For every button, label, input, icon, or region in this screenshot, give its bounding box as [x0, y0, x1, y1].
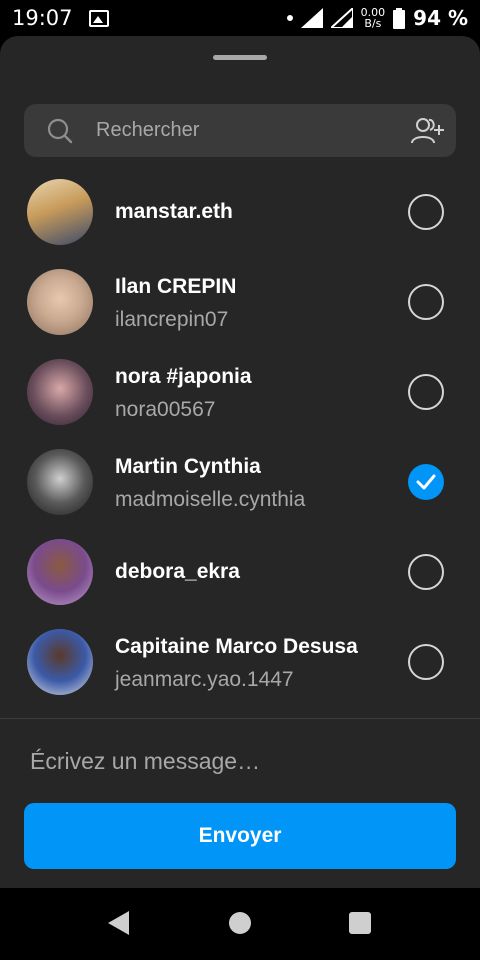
contact-name: nora #japonia	[115, 365, 252, 388]
drag-handle[interactable]	[213, 55, 267, 60]
status-time: 19:07	[12, 6, 73, 30]
select-radio[interactable]	[408, 374, 444, 410]
battery-icon	[393, 7, 406, 29]
contact-row[interactable]: debora_ekra	[0, 527, 480, 617]
avatar	[27, 179, 93, 245]
contact-row[interactable]: Ilan CREPIN ilancrepin07	[0, 257, 480, 347]
battery-percentage: 94 %	[413, 6, 468, 30]
search-bar[interactable]: Rechercher	[24, 104, 456, 157]
share-sheet: Rechercher tifamw9712 manstar.eth Ilan C…	[0, 36, 480, 888]
contact-name: Martin Cynthia	[115, 455, 261, 478]
select-radio[interactable]	[408, 554, 444, 590]
avatar	[27, 269, 93, 335]
back-icon[interactable]	[108, 911, 129, 935]
contact-row[interactable]: manstar.eth	[0, 167, 480, 257]
contact-row[interactable]: nora #japonia nora00567	[0, 347, 480, 437]
contact-name: manstar.eth	[115, 200, 233, 223]
network-speed: 0.00 B/s	[361, 7, 386, 29]
select-radio[interactable]	[408, 284, 444, 320]
avatar	[27, 629, 93, 695]
message-input[interactable]: Écrivez un message…	[30, 748, 260, 775]
search-icon	[47, 118, 73, 143]
contact-name: Ilan CREPIN	[115, 275, 237, 298]
wifi-icon	[300, 8, 323, 28]
select-radio[interactable]	[408, 194, 444, 230]
avatar	[27, 359, 93, 425]
divider	[0, 718, 480, 719]
contact-name: Capitaine Marco Desusa	[115, 635, 358, 658]
home-icon[interactable]	[229, 912, 251, 934]
contact-handle: ilancrepin07	[115, 308, 229, 331]
avatar	[27, 539, 93, 605]
image-icon	[88, 9, 109, 27]
notification-dot-icon	[286, 15, 293, 21]
select-radio[interactable]	[408, 644, 444, 680]
navigation-bar	[0, 888, 480, 960]
select-radio-checked[interactable]	[408, 464, 444, 500]
contact-row[interactable]: Martin Cynthia madmoiselle.cynthia	[0, 437, 480, 527]
contact-handle: nora00567	[115, 398, 216, 421]
avatar	[27, 449, 93, 515]
contact-list[interactable]: tifamw9712 manstar.eth Ilan CREPIN ilanc…	[0, 122, 480, 718]
contact-handle: jeanmarc.yao.1447	[115, 668, 294, 691]
recents-icon[interactable]	[349, 912, 371, 934]
add-people-icon[interactable]	[410, 116, 446, 146]
signal-icon	[330, 8, 353, 28]
send-button[interactable]: Envoyer	[24, 803, 456, 869]
status-bar: 19:07 0.00 B/s 94 %	[0, 0, 480, 36]
status-right-group: 0.00 B/s 94 %	[286, 6, 468, 30]
contact-name: debora_ekra	[115, 560, 240, 583]
network-speed-unit: B/s	[364, 17, 382, 30]
contact-handle: madmoiselle.cynthia	[115, 488, 306, 511]
contact-row[interactable]: Capitaine Marco Desusa jeanmarc.yao.1447	[0, 617, 480, 707]
search-input[interactable]: Rechercher	[96, 119, 199, 142]
checkmark-icon	[416, 474, 436, 490]
